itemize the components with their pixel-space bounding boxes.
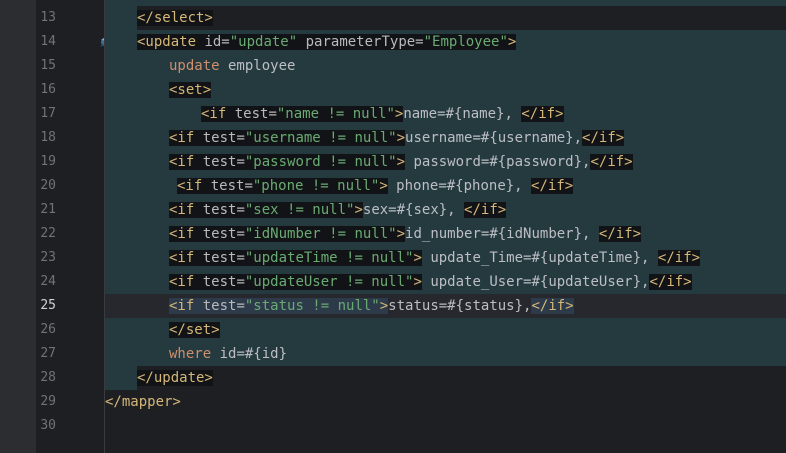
if-body-text: name=#{name}, xyxy=(403,106,522,122)
if-open-tag: <if test="status != null"> xyxy=(169,298,389,314)
sql-keyword: update xyxy=(169,58,220,74)
code-line-25[interactable]: <if test="status != null">status=#{statu… xyxy=(169,294,574,318)
line-number: 13 xyxy=(40,10,56,25)
code-line-28[interactable]: </update> xyxy=(137,366,213,390)
if-close-tag: </if> xyxy=(657,250,701,266)
sql-text: employee xyxy=(219,58,296,74)
code-line-19[interactable]: <if test="password != null"> password=#{… xyxy=(169,150,633,174)
code-line-22[interactable]: <if test="idNumber != null">id_number=#{… xyxy=(169,222,642,246)
code-line-21[interactable]: <if test="sex != null">sex=#{sex}, </if> xyxy=(169,198,507,222)
if-open-tag: <if test="phone != null"> xyxy=(177,178,388,194)
line-number: 17 xyxy=(40,106,56,121)
update-open-tag: <update id="update" parameterType="Emplo… xyxy=(137,34,517,50)
line-number: 21 xyxy=(40,202,56,217)
code-area[interactable]: </select> <update id="update" parameterT… xyxy=(105,0,786,453)
code-line-15[interactable]: update employee xyxy=(169,54,295,78)
tool-window-strip xyxy=(0,0,36,453)
if-open-tag: <if test="updateUser != null"> xyxy=(169,274,422,290)
if-open-tag: <if test="idNumber != null"> xyxy=(169,226,406,242)
code-line-24[interactable]: <if test="updateUser != null"> update_Us… xyxy=(169,270,692,294)
mapper-close-tag: </mapper> xyxy=(105,394,181,410)
if-close-tag: </if> xyxy=(598,226,642,242)
if-open-tag: <if test="password != null"> xyxy=(169,154,406,170)
line-number: 16 xyxy=(40,82,56,97)
line-number: 29 xyxy=(40,394,56,409)
code-line-18[interactable]: <if test="username != null">username=#{u… xyxy=(169,126,625,150)
if-open-tag: <if test="name != null"> xyxy=(201,106,404,122)
if-open-tag: <if test="sex != null"> xyxy=(169,202,363,218)
code-line-20[interactable]: <if test="phone != null"> phone=#{phone}… xyxy=(177,174,574,198)
line-number: 19 xyxy=(40,154,56,169)
line-number: 18 xyxy=(40,130,56,145)
line-number: 23 xyxy=(40,250,56,265)
if-body-text: username=#{username}, xyxy=(405,130,583,146)
line-number-gutter: 13 14 15 16 17 18 19 20 21 22 23 24 25 2… xyxy=(36,0,113,453)
if-open-tag: <if test="username != null"> xyxy=(169,130,406,146)
if-close-tag: </if> xyxy=(531,298,574,314)
code-line-14[interactable]: <update id="update" parameterType="Emplo… xyxy=(137,30,517,54)
if-close-tag: </if> xyxy=(582,130,625,146)
line-number: 22 xyxy=(40,226,56,241)
line-number: 14 xyxy=(40,34,56,49)
code-line-23[interactable]: <if test="updateTime != null"> update_Ti… xyxy=(169,246,701,270)
code-line-29[interactable]: </mapper> xyxy=(105,390,181,414)
if-body-text: id_number=#{idNumber}, xyxy=(405,226,599,242)
select-close-tag: </select> xyxy=(137,10,213,26)
line-number: 20 xyxy=(40,178,56,193)
code-line-17[interactable]: <if test="name != null">name=#{name}, </… xyxy=(201,102,564,126)
set-close-tag: </set> xyxy=(169,322,220,338)
code-line-16[interactable]: <set> xyxy=(169,78,212,102)
line-number: 15 xyxy=(40,58,56,73)
if-body-text: password=#{password}, xyxy=(405,154,591,170)
set-open-tag: <set> xyxy=(169,82,212,98)
if-body-text: update_User=#{updateUser}, xyxy=(421,274,650,290)
line-number: 24 xyxy=(40,274,56,289)
if-close-tag: </if> xyxy=(590,154,633,170)
if-close-tag: </if> xyxy=(531,178,574,194)
code-line-27[interactable]: where id=#{id} xyxy=(169,342,287,366)
if-open-tag: <if test="updateTime != null"> xyxy=(169,250,422,266)
line-number: 27 xyxy=(40,346,56,361)
if-body-text: update_Time=#{updateTime}, xyxy=(421,250,658,266)
if-close-tag: </if> xyxy=(649,274,692,290)
current-line-number: 25 xyxy=(40,298,56,313)
scope-highlight xyxy=(105,30,137,54)
if-close-tag: </if> xyxy=(464,202,507,218)
if-close-tag: </if> xyxy=(521,106,564,122)
line-number: 30 xyxy=(40,418,56,433)
update-close-tag: </update> xyxy=(137,370,213,386)
sql-text: id=#{id} xyxy=(211,346,288,362)
line-number: 26 xyxy=(40,322,56,337)
scope-highlight xyxy=(105,6,137,30)
code-line-13[interactable]: </select> xyxy=(137,6,213,30)
if-body-text: status=#{status}, xyxy=(388,298,532,314)
if-body-text: sex=#{sex}, xyxy=(362,202,465,218)
line-number: 28 xyxy=(40,370,56,385)
if-body-text: phone=#{phone}, xyxy=(387,178,532,194)
code-line-26[interactable]: </set> xyxy=(169,318,220,342)
sql-keyword: where xyxy=(169,346,212,362)
code-editor[interactable]: 13 14 15 16 17 18 19 20 21 22 23 24 25 2… xyxy=(0,0,786,453)
scope-highlight xyxy=(105,366,137,390)
